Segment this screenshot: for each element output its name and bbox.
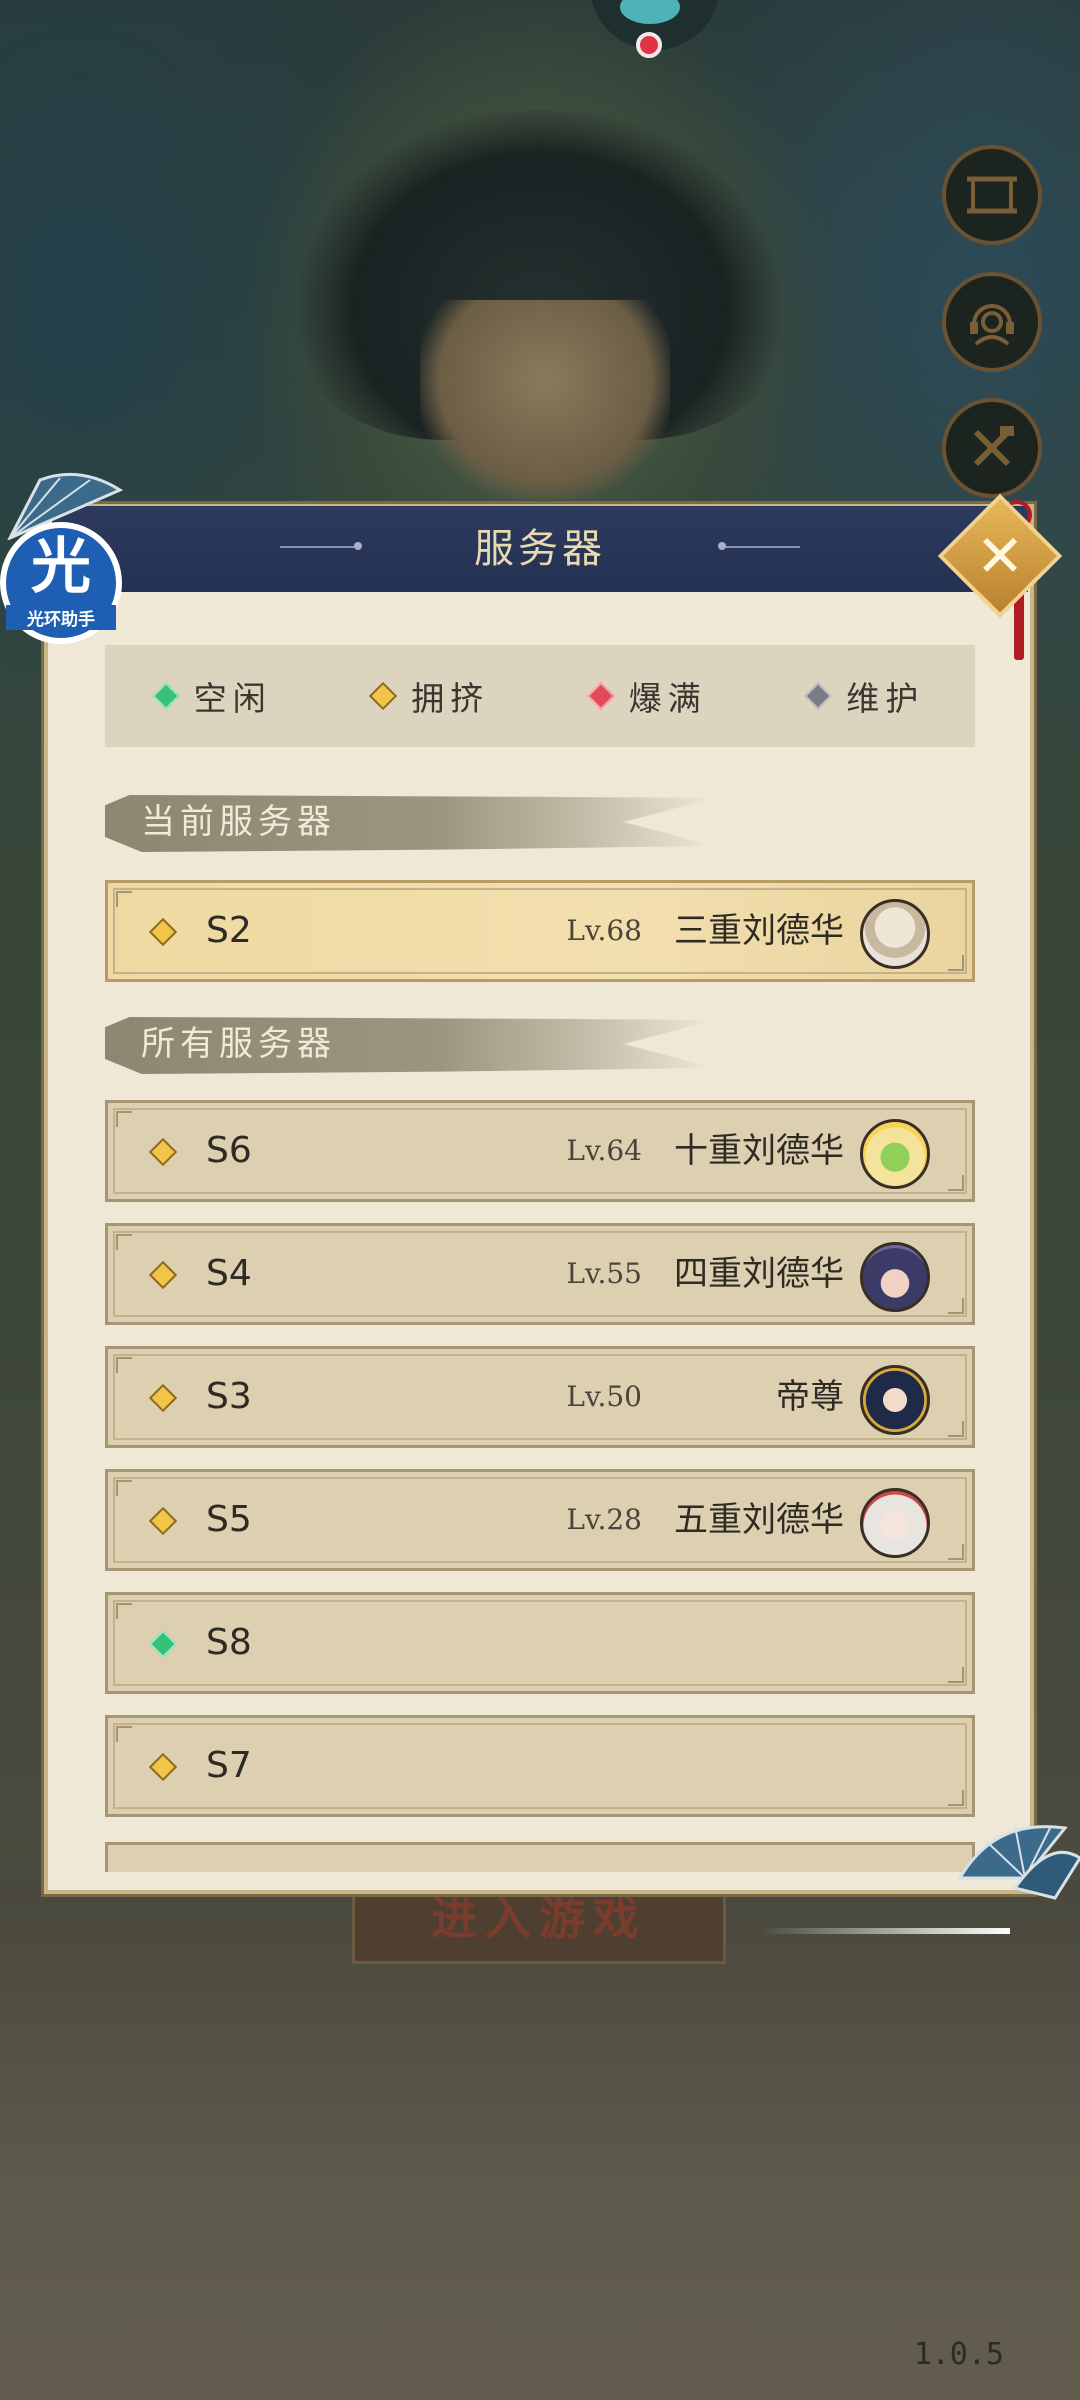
player-name: 四重刘德华 [674,1254,844,1294]
legend-maintenance-label: 维护 [846,679,925,718]
player-name: 三重刘德华 [674,911,844,951]
fan-ornament-icon [957,1825,1080,1900]
server-row-s6[interactable]: S6 Lv.64 十重刘德华 [105,1100,975,1202]
legend-full: 爆满 [586,672,707,720]
player-avatar [860,1488,930,1558]
player-avatar [860,1242,930,1312]
row-corner [948,1175,964,1191]
server-name: S4 [206,1253,252,1294]
player-level: Lv.28 [566,1503,642,1536]
legend-maintenance: 维护 [804,672,925,720]
legend-idle: 空闲 [151,672,272,720]
character-face-art [420,300,670,500]
player-name: 五重刘德华 [674,1500,844,1540]
scroll-icon[interactable] [942,145,1042,245]
current-server-row[interactable]: S2 Lv.68 三重刘德华 [105,880,975,982]
player-avatar [860,1365,930,1435]
close-icon[interactable]: ✕ [956,512,1044,600]
player-level: Lv.68 [566,914,642,947]
legend-idle-label: 空闲 [193,679,272,718]
status-legend: 空闲 拥挤 爆满 维护 [105,645,975,747]
server-name: S5 [206,1499,252,1540]
legend-full-label: 爆满 [628,679,707,718]
player-avatar [860,899,930,969]
row-corner [116,1234,132,1250]
crowded-diamond-icon [369,681,398,711]
server-row-s4[interactable]: S4 Lv.55 四重刘德华 [105,1223,975,1325]
support-headset-icon[interactable] [942,272,1042,372]
swoosh-decoration [760,1928,1010,1934]
tools-icon[interactable] [942,398,1042,498]
row-corner [116,1111,132,1127]
server-name: S6 [206,1130,252,1171]
idle-diamond-icon [151,681,180,711]
legend-crowded-label: 拥挤 [411,679,490,718]
row-corner [948,1421,964,1437]
row-corner [948,955,964,971]
server-row-s5[interactable]: S5 Lv.28 五重刘德华 [105,1469,975,1571]
server-name: S3 [206,1376,252,1417]
row-corner [948,1667,964,1683]
row-corner [948,1298,964,1314]
notification-dot [636,32,662,58]
player-level: Lv.55 [566,1257,642,1290]
server-name: S7 [206,1745,252,1786]
full-diamond-icon [586,681,615,711]
assistant-badge-label: 光环助手 [6,605,116,630]
player-level: Lv.64 [566,1134,642,1167]
assistant-badge-char: 光 [31,532,91,602]
row-corner [116,1480,132,1496]
player-name: 十重刘德华 [674,1131,844,1171]
player-level: Lv.50 [566,1380,642,1413]
row-corner [116,1603,132,1619]
server-name: S8 [206,1622,252,1663]
row-corner [116,891,132,907]
server-row-s7[interactable]: S7 [105,1715,975,1817]
server-name: S2 [206,910,252,951]
row-corner [948,1790,964,1806]
player-avatar [860,1119,930,1189]
server-row-partial[interactable] [105,1842,975,1872]
legend-crowded: 拥挤 [369,672,490,720]
section-current-servers: 当前服务器 [105,795,715,852]
dialog-title: 服务器 [474,526,606,572]
row-corner [948,1544,964,1560]
assistant-badge[interactable]: 光 光环助手 [0,522,122,644]
row-corner [116,1726,132,1742]
version-label: 1.0.5 [913,2337,1004,2372]
server-row-s8[interactable]: S8 [105,1592,975,1694]
maintenance-diamond-icon [804,681,833,711]
section-all-servers: 所有服务器 [105,1017,715,1074]
player-name: 帝尊 [776,1377,844,1417]
row-corner [116,1357,132,1373]
server-row-s3[interactable]: S3 Lv.50 帝尊 [105,1346,975,1448]
